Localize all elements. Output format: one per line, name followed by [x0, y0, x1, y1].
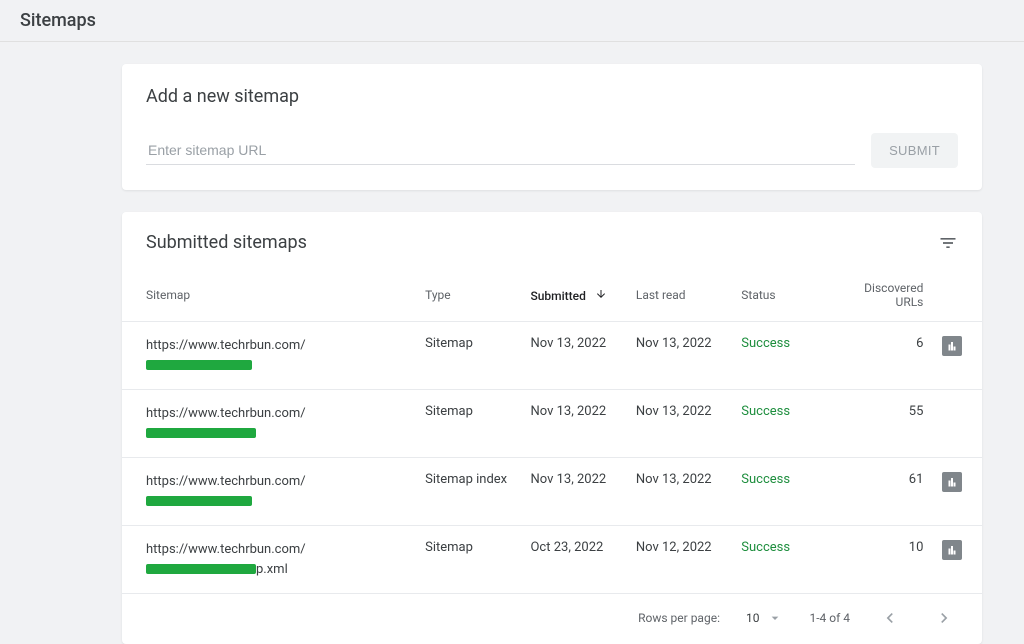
submitted-sitemaps-title: Submitted sitemaps — [146, 232, 307, 253]
filter-icon[interactable] — [938, 233, 958, 253]
status-badge: Success — [741, 540, 790, 555]
url-prefix: https://www.techrbun.com/ — [146, 474, 306, 489]
sitemap-url: https://www.techrbun.com/ — [146, 404, 409, 443]
cell-submitted: Oct 23, 2022 — [522, 526, 627, 594]
col-header-sitemap[interactable]: Sitemap — [122, 269, 417, 322]
col-header-type[interactable]: Type — [417, 269, 522, 322]
col-header-status[interactable]: Status — [733, 269, 838, 322]
col-header-discovered[interactable]: Discovered URLs — [839, 269, 932, 322]
cell-type: Sitemap index — [417, 458, 522, 526]
prev-page-button[interactable] — [876, 604, 904, 632]
list-header: Submitted sitemaps — [122, 232, 982, 269]
status-badge: Success — [741, 336, 790, 351]
table-row[interactable]: https://www.techrbun.com/SitemapNov 13, … — [122, 322, 982, 390]
next-page-button[interactable] — [930, 604, 958, 632]
add-sitemap-card: Add a new sitemap SUBMIT — [122, 64, 982, 190]
table-row[interactable]: https://www.techrbun.com/Sitemap indexNo… — [122, 458, 982, 526]
sitemaps-table: Sitemap Type Submitted Last read Status … — [122, 269, 982, 594]
cell-type: Sitemap — [417, 322, 522, 390]
url-prefix: https://www.techrbun.com/ — [146, 406, 306, 421]
cell-type: Sitemap — [417, 526, 522, 594]
rows-per-page-select[interactable]: 10 — [746, 610, 784, 626]
rows-per-page-label: Rows per page: — [638, 611, 720, 625]
sitemap-url: https://www.techrbun.com/ — [146, 472, 409, 511]
cell-discovered: 10 — [839, 526, 932, 594]
col-header-action — [931, 269, 982, 322]
cell-submitted: Nov 13, 2022 — [522, 322, 627, 390]
pagination: Rows per page: 10 1-4 of 4 — [122, 594, 982, 644]
arrow-down-icon — [595, 289, 607, 303]
submitted-sitemaps-card: Submitted sitemaps Sitemap Type Submitte… — [122, 212, 982, 644]
url-suffix: p.xml — [256, 562, 288, 577]
col-header-submitted-label: Submitted — [530, 289, 585, 303]
page-header: Sitemaps — [0, 0, 1024, 42]
cell-discovered: 55 — [839, 390, 932, 458]
table-row[interactable]: https://www.techrbun.com/SitemapNov 13, … — [122, 390, 982, 458]
cell-lastread: Nov 13, 2022 — [628, 458, 733, 526]
content-area: Add a new sitemap SUBMIT Submitted sitem… — [0, 42, 1024, 644]
redacted-segment — [146, 496, 252, 506]
url-prefix: https://www.techrbun.com/ — [146, 542, 306, 557]
sitemap-url: https://www.techrbun.com/p.xml — [146, 540, 409, 579]
cell-lastread: Nov 13, 2022 — [628, 390, 733, 458]
redacted-segment — [146, 360, 252, 370]
status-badge: Success — [741, 472, 790, 487]
sitemap-url-input[interactable] — [146, 136, 855, 165]
cell-submitted: Nov 13, 2022 — [522, 390, 627, 458]
bar-chart-icon[interactable] — [942, 472, 962, 492]
add-sitemap-title: Add a new sitemap — [146, 86, 958, 107]
col-header-submitted[interactable]: Submitted — [522, 269, 627, 322]
page-title: Sitemaps — [20, 10, 1004, 31]
url-prefix: https://www.techrbun.com/ — [146, 338, 306, 353]
status-badge: Success — [741, 404, 790, 419]
table-row[interactable]: https://www.techrbun.com/p.xmlSitemapOct… — [122, 526, 982, 594]
add-sitemap-row: SUBMIT — [146, 133, 958, 168]
dropdown-arrow-icon — [767, 610, 783, 626]
redacted-segment — [146, 564, 256, 574]
col-header-lastread[interactable]: Last read — [628, 269, 733, 322]
cell-lastread: Nov 13, 2022 — [628, 322, 733, 390]
table-header-row: Sitemap Type Submitted Last read Status … — [122, 269, 982, 322]
cell-type: Sitemap — [417, 390, 522, 458]
cell-submitted: Nov 13, 2022 — [522, 458, 627, 526]
redacted-segment — [146, 428, 256, 438]
bar-chart-icon[interactable] — [942, 540, 962, 560]
sitemap-url: https://www.techrbun.com/ — [146, 336, 409, 375]
cell-discovered: 61 — [839, 458, 932, 526]
submit-button[interactable]: SUBMIT — [871, 133, 958, 168]
bar-chart-icon[interactable] — [942, 336, 962, 356]
pagination-range: 1-4 of 4 — [809, 611, 850, 625]
cell-lastread: Nov 12, 2022 — [628, 526, 733, 594]
rows-per-page-value: 10 — [746, 611, 760, 625]
cell-discovered: 6 — [839, 322, 932, 390]
